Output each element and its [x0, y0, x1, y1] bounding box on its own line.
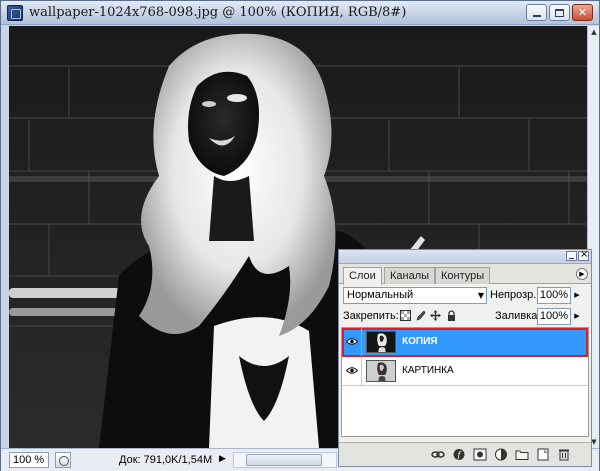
layer-name: КОПИЯ [402, 336, 438, 347]
lock-transparency-icon[interactable] [400, 310, 411, 321]
horizontal-scroll-thumb[interactable] [246, 454, 322, 466]
visibility-toggle[interactable] [342, 328, 362, 356]
chevron-down-icon: ▼ [477, 291, 484, 300]
layers-panel: Слои Каналы Контуры ▶ Нормальный ▼ Непро… [338, 249, 592, 467]
layer-row-kartinka[interactable]: КАРТИНКА [342, 357, 588, 386]
window-controls: ✕ [526, 4, 593, 21]
status-menu-arrow-icon[interactable]: ▶ [219, 454, 226, 464]
lock-pixels-brush-icon[interactable] [415, 310, 426, 321]
opacity-field[interactable]: 100% [537, 287, 571, 304]
layers-list: КОПИЯ КАРТИНКА [341, 327, 589, 437]
zoom-level-field[interactable]: 100 % [9, 452, 49, 468]
blend-mode-value: Нормальный [347, 289, 414, 301]
lock-all-padlock-icon[interactable] [446, 310, 457, 321]
layer-row-kopiya[interactable]: КОПИЯ [342, 328, 588, 357]
fill-slider-arrow-icon[interactable]: ▶ [572, 308, 582, 325]
photoshop-document-icon [7, 5, 23, 21]
group-folder-icon[interactable] [515, 448, 529, 461]
panel-minimize-icon[interactable] [566, 251, 577, 261]
close-button[interactable]: ✕ [572, 4, 593, 21]
fill-label: Заливка: [495, 310, 541, 322]
lock-label: Закрепить: [343, 310, 399, 322]
close-icon: ✕ [577, 6, 588, 19]
panel-menu-icon[interactable]: ▶ [576, 268, 588, 280]
opacity-slider-arrow-icon[interactable]: ▶ [572, 287, 582, 304]
fill-field[interactable]: 100% [537, 308, 571, 325]
horizontal-scrollbar[interactable] [233, 452, 337, 468]
panel-tabs: Слои Каналы Контуры ▶ [339, 264, 591, 285]
trash-icon[interactable] [557, 448, 571, 461]
lock-fill-row: Закрепить: Заливка: 100% ▶ [339, 306, 591, 326]
layer-name: КАРТИНКА [402, 365, 454, 376]
panel-title-bar[interactable] [339, 249, 591, 264]
layers-panel-footer: f [339, 442, 591, 466]
link-icon[interactable] [431, 448, 445, 461]
eye-icon [346, 338, 358, 345]
maximize-icon [555, 8, 564, 17]
mask-icon[interactable] [473, 448, 487, 461]
blend-mode-select[interactable]: Нормальный ▼ [343, 287, 487, 304]
scroll-up-icon[interactable]: ▲ [588, 26, 600, 38]
document-title-bar[interactable]: wallpaper-1024x768-098.jpg @ 100% (КОПИЯ… [1, 1, 599, 25]
minimize-button[interactable] [526, 4, 547, 21]
layer-thumbnail [366, 360, 396, 382]
blend-opacity-row: Нормальный ▼ Непрозр.: 100% ▶ [339, 285, 591, 305]
tab-channels[interactable]: Каналы [384, 267, 436, 284]
panel-close-icon[interactable] [578, 249, 589, 261]
layer-style-icon[interactable]: f [452, 448, 466, 461]
tab-layers[interactable]: Слои [343, 267, 382, 285]
document-title: wallpaper-1024x768-098.jpg @ 100% (КОПИЯ… [29, 5, 407, 20]
visibility-toggle[interactable] [342, 357, 362, 385]
layer-thumbnail [366, 331, 396, 353]
document-size-info: Док: 791,0K/1,54M [119, 454, 213, 466]
layer-thumbnail-image [367, 332, 395, 352]
status-options-icon[interactable] [55, 452, 71, 468]
tab-paths[interactable]: Контуры [435, 267, 491, 284]
layer-thumbnail-image [367, 361, 395, 381]
adjustment-icon[interactable] [494, 448, 508, 461]
lock-position-move-icon[interactable] [430, 310, 441, 321]
eye-icon [346, 367, 358, 374]
maximize-button[interactable] [549, 4, 570, 21]
minimize-icon [532, 14, 541, 17]
new-layer-icon[interactable] [536, 448, 550, 461]
opacity-label: Непрозр.: [490, 289, 540, 301]
